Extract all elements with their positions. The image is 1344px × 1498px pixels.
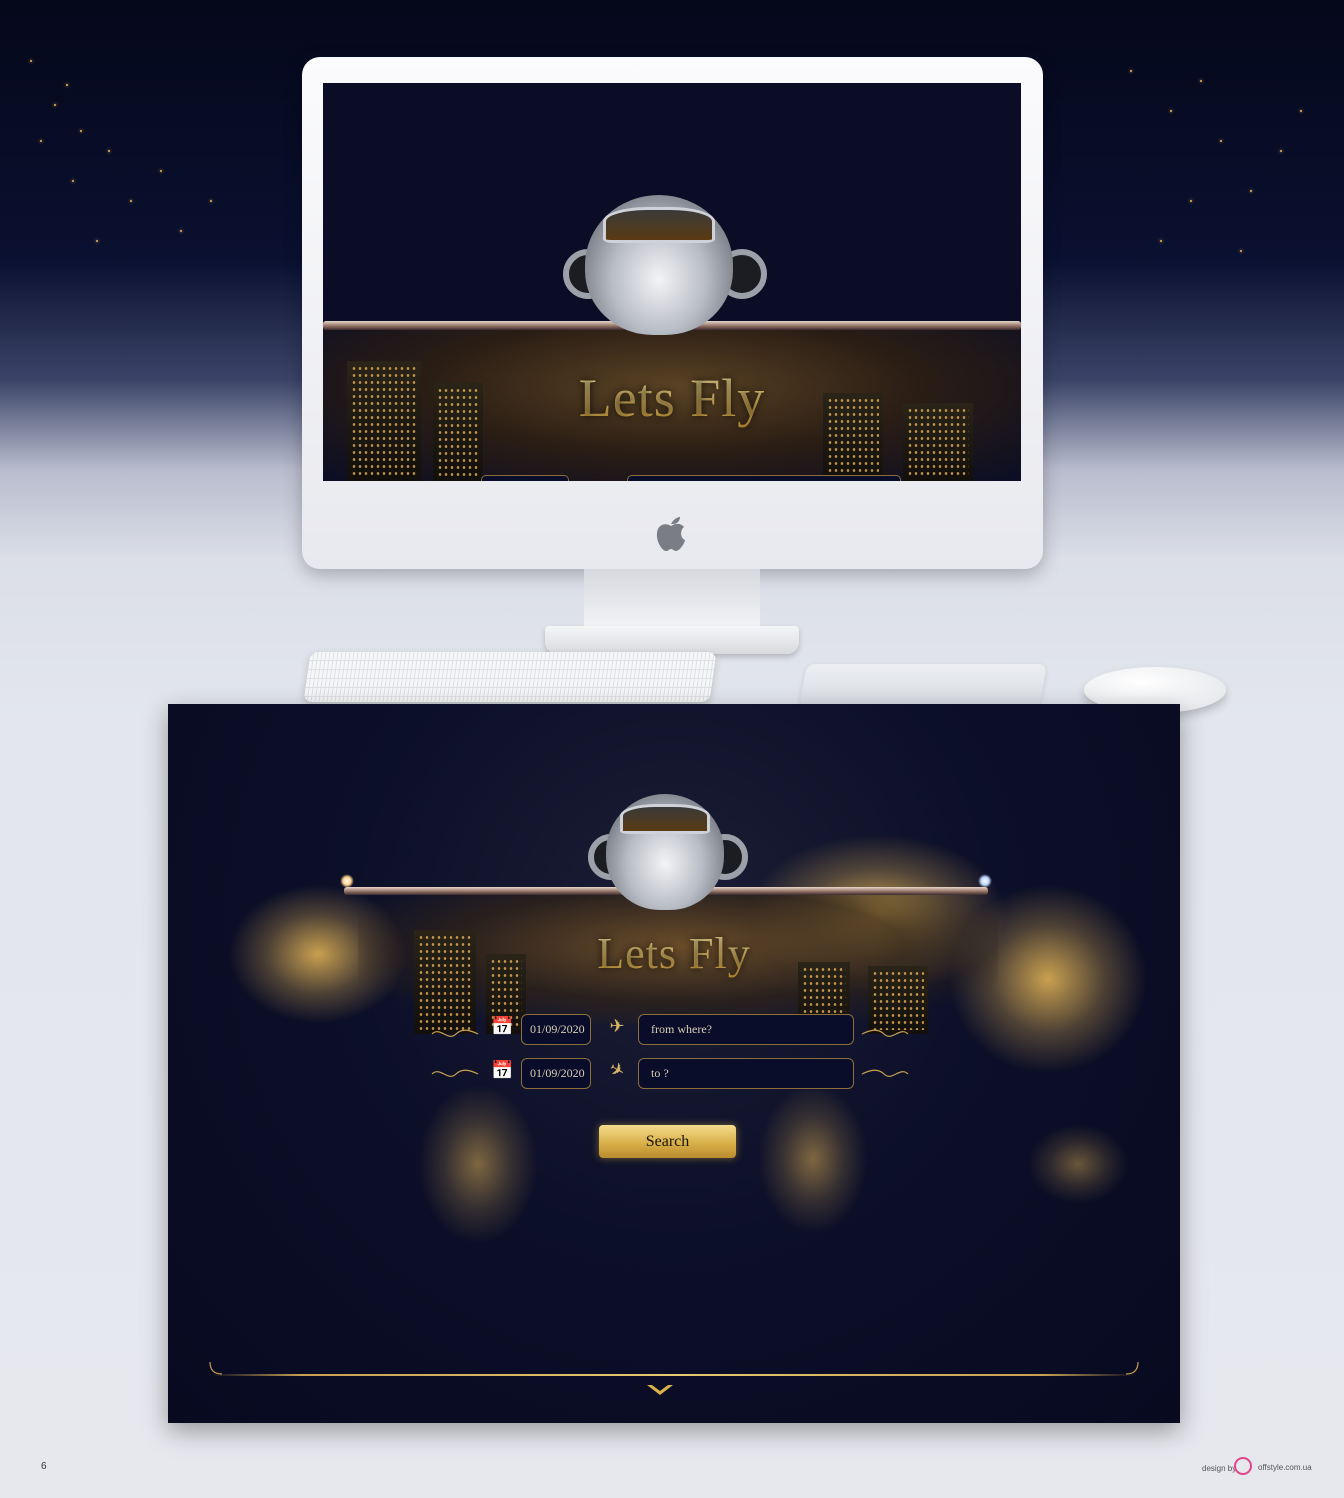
imac-stand-base (545, 626, 799, 654)
scroll-down-chevron-icon[interactable] (646, 1384, 674, 1396)
stars-left (20, 40, 260, 280)
flourish-right-icon (861, 1029, 909, 1037)
plane-cockpit (603, 207, 715, 243)
return-date-field[interactable]: 01/09/2020 (521, 1058, 591, 1089)
hero-title: Lets Fly (168, 928, 1180, 979)
imac-screen: Lets Fly (323, 83, 1021, 481)
flourish-left-icon (431, 1029, 479, 1037)
offstyle-logo-icon (1234, 1457, 1252, 1475)
page-number: 6 (41, 1461, 47, 1472)
trackpad (799, 664, 1047, 708)
to-field[interactable]: to ? (638, 1058, 854, 1089)
departure-date-field[interactable]: 01/09/2020 (521, 1014, 591, 1045)
search-button[interactable]: Search (599, 1125, 736, 1158)
wing-light-right (978, 874, 992, 888)
credit-site: offstyle.com.ua (1258, 1463, 1312, 1472)
landing-page: Lets Fly 📅 01/09/2020 ✈ from where? 📅 01… (168, 704, 1180, 1423)
plane-cockpit (620, 804, 710, 834)
apple-logo-icon (656, 517, 685, 551)
plane-depart-icon: ✈ (609, 1016, 625, 1036)
credit-prefix: design by (1202, 1464, 1237, 1473)
imac-mockup: Lets Fly (302, 57, 1043, 569)
calendar-icon[interactable]: 📅 (491, 1016, 513, 1036)
flourish-left-icon (431, 1069, 479, 1077)
design-credit[interactable]: design by offstyle.com.ua (1202, 1455, 1312, 1479)
footer-divider (210, 1374, 1136, 1376)
imac-stand (584, 569, 760, 631)
flourish-right-icon (861, 1069, 909, 1077)
footer-ornament-left-icon (209, 1361, 223, 1375)
hero-title: Lets Fly (323, 367, 1021, 429)
wing-light-left (340, 874, 354, 888)
footer-ornament-right-icon (1125, 1361, 1139, 1375)
calendar-icon[interactable]: 📅 (491, 1060, 513, 1080)
stars-right (1100, 50, 1330, 290)
field-peek (481, 475, 569, 481)
keyboard (303, 652, 717, 702)
field-peek (627, 475, 901, 481)
from-field[interactable]: from where? (638, 1014, 854, 1045)
